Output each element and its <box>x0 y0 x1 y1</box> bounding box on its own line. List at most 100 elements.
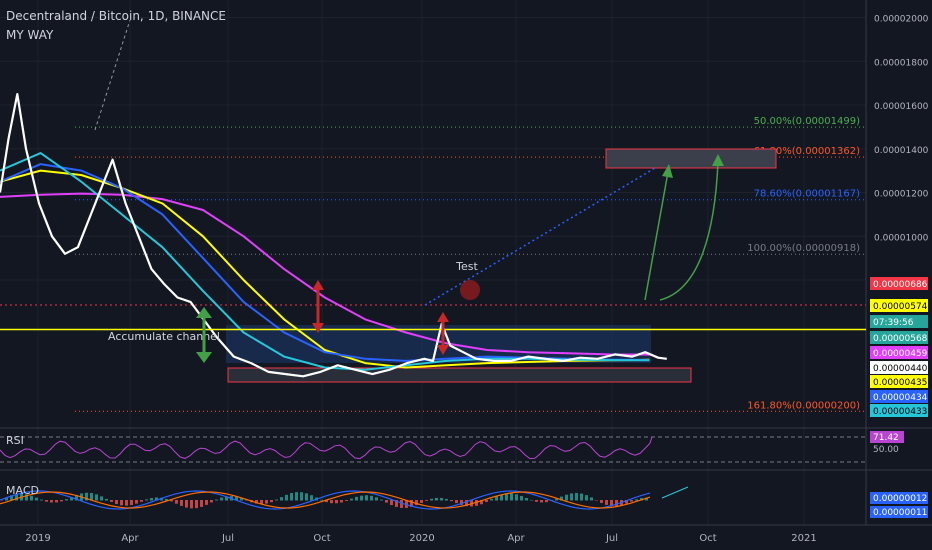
macd-histogram-bar <box>40 499 43 501</box>
macd-histogram-bar <box>375 497 378 501</box>
macd-histogram-bar <box>515 494 518 501</box>
time-tick-label: Jul <box>221 533 234 544</box>
price-chart[interactable]: 0.00002000 0.00001800 0.00001600 0.00001400… <box>0 0 932 550</box>
macd-histogram-bar <box>280 497 283 501</box>
macd-histogram-bar <box>615 500 618 506</box>
macd-histogram-bar <box>55 500 58 503</box>
macd-histogram-bar <box>355 496 358 501</box>
early-trend-line <box>94 19 131 131</box>
macd-histogram-bar <box>65 499 68 501</box>
red-arrow-head-up <box>437 312 449 322</box>
macd-histogram-bar <box>210 500 213 503</box>
rsi-label: RSI <box>6 434 24 447</box>
macd-histogram-bar <box>35 497 38 501</box>
macd-histogram-bar <box>595 500 598 501</box>
projection-arrow-curve <box>659 161 719 301</box>
macd-histogram-bar <box>600 500 603 503</box>
accumulate-arrow-head-down <box>196 352 212 363</box>
macd-histogram-bar <box>345 500 348 501</box>
macd-histogram-bar <box>380 499 383 501</box>
macd-histogram-bar <box>140 500 143 502</box>
price-badge-text: 0.00000459 <box>873 349 928 359</box>
macd-histogram-bar <box>95 494 98 501</box>
macd-histogram-bar <box>100 496 103 501</box>
macd-histogram-bar <box>510 493 513 501</box>
macd-histogram-bar <box>275 499 278 501</box>
macd-histogram-bar <box>270 500 273 503</box>
macd-histogram-bar <box>45 500 48 502</box>
macd-histogram-bar <box>130 500 133 506</box>
price-tick-label: 0.00001000 <box>874 233 929 243</box>
macd-histogram-bar <box>175 500 178 504</box>
time-tick-label: Apr <box>507 533 525 544</box>
macd-histogram-bar <box>445 498 448 501</box>
rsi-level-label: 50.00 <box>873 445 899 455</box>
macd-histogram-bar <box>350 498 353 501</box>
test-label: Test <box>455 260 478 273</box>
macd-histogram-bar <box>455 500 458 504</box>
price-badge-text: 0.00000433 <box>873 407 927 417</box>
macd-histogram-bar <box>490 498 493 501</box>
macd-histogram-bar <box>185 500 188 508</box>
macd-histogram-bar <box>320 499 323 501</box>
macd-histogram-bar <box>430 498 433 501</box>
macd-histogram-bar <box>360 495 363 501</box>
macd-badge-text: 0.00000011 <box>873 508 927 518</box>
macd-histogram-bar <box>135 500 138 504</box>
macd-histogram-bar <box>390 500 393 506</box>
price-tick-label: 0.00002000 <box>874 15 929 25</box>
macd-histogram-bar <box>535 500 538 502</box>
chart-title: Decentraland / Bitcoin, 1D, BINANCE <box>6 9 226 23</box>
macd-histogram-bar <box>330 500 333 504</box>
macd-histogram-bar <box>570 493 573 501</box>
fib-level-label: 100.00%(0.00000918) <box>747 243 860 254</box>
time-tick-label: Oct <box>313 533 330 544</box>
fib-level-label: 161.80%(0.00000200) <box>747 400 860 411</box>
price-badge-text: 0.00000568 <box>873 334 928 344</box>
macd-histogram-bar <box>120 500 123 506</box>
macd-histogram-bar <box>525 497 528 501</box>
price-tick-label: 0.00001800 <box>874 58 929 68</box>
price-badge-text: 0.00000574 <box>873 302 928 312</box>
macd-histogram-bar <box>530 499 533 501</box>
macd-histogram-bar <box>295 492 298 501</box>
macd-histogram-bar <box>370 495 373 501</box>
macd-histogram-bar <box>290 493 293 501</box>
macd-histogram-bar <box>425 500 428 501</box>
macd-arrow <box>661 486 689 499</box>
macd-histogram-bar <box>520 495 523 501</box>
time-tick-label: 2021 <box>791 533 816 544</box>
macd-histogram-bar <box>565 494 568 501</box>
macd-histogram-bar <box>485 500 488 503</box>
time-tick-label: Jul <box>605 533 618 544</box>
macd-histogram-bar <box>435 497 438 501</box>
macd-histogram-bar <box>50 500 53 503</box>
macd-histogram-bar <box>575 492 578 501</box>
macd-histogram-bar <box>215 499 218 501</box>
macd-badge-text: 0.00000012 <box>873 494 927 504</box>
macd-histogram-bar <box>220 497 223 501</box>
macd-histogram-bar <box>60 500 63 502</box>
price-tick-label: 0.00001200 <box>874 190 929 200</box>
macd-histogram-bar <box>200 500 203 507</box>
macd-histogram-bar <box>205 500 208 505</box>
macd-histogram-bar <box>340 500 343 503</box>
price-badge-text: 0.00000440 <box>873 364 928 374</box>
macd-histogram-bar <box>305 493 308 501</box>
price-badge-text: 07:39:56 <box>873 318 914 328</box>
macd-histogram-bar <box>180 500 183 506</box>
macd-label: MACD <box>6 484 39 497</box>
macd-histogram-bar <box>365 495 368 501</box>
macd-histogram-bar <box>495 496 498 501</box>
upper-target-box <box>605 148 777 169</box>
macd-histogram-bar <box>110 500 113 502</box>
price-tick-label: 0.00001600 <box>874 102 929 112</box>
macd-histogram-bar <box>300 492 303 501</box>
time-tick-label: Oct <box>699 533 716 544</box>
macd-histogram-bar <box>265 500 268 504</box>
macd-histogram-bar <box>450 500 453 502</box>
macd-histogram-bar <box>115 500 118 505</box>
macd-histogram-bar <box>105 498 108 501</box>
macd-histogram-bar <box>310 495 313 501</box>
macd-histogram-bar <box>580 493 583 501</box>
